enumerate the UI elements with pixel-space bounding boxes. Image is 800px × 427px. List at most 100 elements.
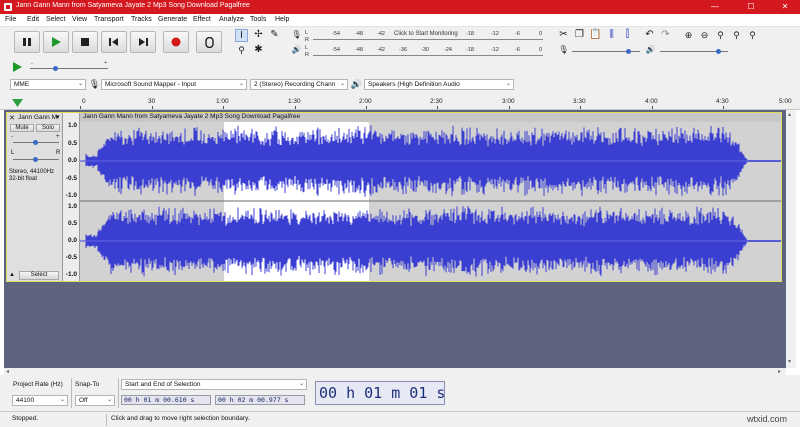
loop-button[interactable] xyxy=(196,31,222,53)
menu-view[interactable]: View xyxy=(72,16,87,23)
waveform-display[interactable] xyxy=(80,113,781,281)
record-meter-bar[interactable] xyxy=(313,39,543,40)
fit-project-icon[interactable]: ⚲ xyxy=(730,29,743,42)
chevron-down-icon: ⌄ xyxy=(505,81,511,87)
snap-to-select[interactable]: Off ⌄ xyxy=(75,395,115,406)
zoom-out-icon[interactable]: ⊖ xyxy=(698,29,711,42)
vertical-scrollbar[interactable]: ▴ ▾ xyxy=(786,110,796,368)
zoom-in-icon[interactable]: ⊕ xyxy=(682,29,695,42)
minimize-button[interactable]: — xyxy=(704,1,726,13)
playback-volume-thumb[interactable] xyxy=(716,49,721,54)
scroll-right-icon[interactable]: ▸ xyxy=(778,368,781,375)
track-bit-depth: 32-bit float xyxy=(9,176,38,182)
close-track-icon[interactable]: ✕ xyxy=(9,114,15,122)
pin-head-icon[interactable] xyxy=(12,99,23,108)
pause-button[interactable] xyxy=(14,31,40,53)
menu-help[interactable]: Help xyxy=(275,16,289,23)
redo-icon[interactable]: ↷ xyxy=(659,29,672,42)
playback-meter-bar[interactable] xyxy=(313,55,543,56)
amplitude-scale[interactable]: 1.0 0.5 0.0 -0.5 -1.0 1.0 0.5 0.0 -0.5 -… xyxy=(63,113,80,281)
menu-analyze[interactable]: Analyze xyxy=(219,16,244,23)
clip-name: Jann Gann Mann from Satyameva Jayate 2 M… xyxy=(83,113,301,120)
menu-tracks[interactable]: Tracks xyxy=(131,16,152,23)
multi-tool-icon[interactable]: ✱ xyxy=(252,44,265,57)
title-bar: Jann Gann Mann from Satyameva Jayate 2 M… xyxy=(0,0,800,14)
selection-end-time[interactable]: 00 h 02 m 00.977 s xyxy=(215,395,305,405)
watermark: wtxid.com xyxy=(747,414,788,424)
stop-button[interactable] xyxy=(72,31,98,53)
gain-slider-thumb[interactable] xyxy=(33,140,38,145)
scroll-left-icon[interactable]: ◂ xyxy=(6,368,9,375)
audacity-app-icon xyxy=(4,3,12,11)
menu-bar: File Edit Select View Transport Tracks G… xyxy=(0,14,800,27)
recording-device-select[interactable]: Microsoft Sound Mapper - Input ⌄ xyxy=(101,79,247,90)
pan-slider-thumb[interactable] xyxy=(33,157,38,162)
scroll-up-icon[interactable]: ▴ xyxy=(788,111,791,118)
speaker-icon: 🔊 xyxy=(350,79,363,89)
solo-button[interactable]: Solo xyxy=(36,124,60,132)
menu-generate[interactable]: Generate xyxy=(158,16,187,23)
menu-transport[interactable]: Transport xyxy=(94,16,124,23)
skip-to-start-icon xyxy=(109,38,118,46)
collapse-track-icon[interactable]: ▲ xyxy=(9,272,15,278)
mute-button[interactable]: Mute xyxy=(10,124,34,132)
menu-edit[interactable]: Edit xyxy=(27,16,39,23)
playback-volume-icon: 🔊 xyxy=(645,45,656,54)
draw-tool-icon[interactable]: ✎ xyxy=(268,29,281,42)
project-rate-select[interactable]: 44100 ⌄ xyxy=(12,395,68,406)
play-at-speed-button[interactable] xyxy=(12,62,22,74)
record-meter-hint[interactable]: Click to Start Monitoring xyxy=(394,31,458,37)
selection-tool-icon[interactable]: I xyxy=(235,29,248,42)
menu-effect[interactable]: Effect xyxy=(193,16,211,23)
horizontal-scrollbar[interactable]: ◂ ▸ xyxy=(4,368,786,375)
zoom-toggle-icon[interactable]: ⚲ xyxy=(746,29,759,42)
loop-icon xyxy=(204,36,214,48)
selection-mode-select[interactable]: Start and End of Selection ⌄ xyxy=(121,379,307,390)
close-button[interactable]: ✕ xyxy=(774,1,796,13)
record-icon xyxy=(171,37,181,47)
paste-icon[interactable]: 📋 xyxy=(589,29,602,42)
menu-file[interactable]: File xyxy=(5,16,16,23)
record-button[interactable] xyxy=(163,31,189,53)
zoom-tool-icon[interactable]: ⚲ xyxy=(235,44,248,57)
fit-selection-icon[interactable]: ⚲ xyxy=(714,29,727,42)
menu-tools[interactable]: Tools xyxy=(250,16,266,23)
skip-to-end-button[interactable] xyxy=(130,31,156,53)
chevron-down-icon: ⌄ xyxy=(298,381,304,387)
skip-to-start-button[interactable] xyxy=(101,31,127,53)
status-state: Stopped. xyxy=(12,415,39,422)
toolbar-area: I ✢ ✎ ⚲ ✱ 🎙 L R -54 -48 -42 Click to Sta… xyxy=(0,27,800,97)
playback-device-select[interactable]: Speakers (High Definition Audio ⌄ xyxy=(364,79,514,90)
menu-select[interactable]: Select xyxy=(46,16,65,23)
play-speed-slider[interactable] xyxy=(30,68,108,69)
track-menu-chevron-icon[interactable]: ▾ xyxy=(56,113,60,121)
copy-icon[interactable]: ❐ xyxy=(573,29,586,42)
stop-icon xyxy=(81,38,89,46)
chevron-down-icon: ⌄ xyxy=(238,81,244,87)
record-meter-r: R xyxy=(305,37,309,43)
maximize-button[interactable]: ☐ xyxy=(740,1,762,13)
scroll-down-icon[interactable]: ▾ xyxy=(788,358,791,365)
track-name-menu[interactable]: Jann Gann M xyxy=(18,114,57,121)
recording-volume-thumb[interactable] xyxy=(626,49,631,54)
play-speed-thumb[interactable] xyxy=(53,66,58,71)
undo-icon[interactable]: ↶ xyxy=(643,29,656,42)
silence-icon[interactable]: ⫿ xyxy=(621,29,634,42)
timeline-ruler[interactable]: 0 30 1:00 1:30 2:00 2:30 3:00 3:30 4:00 … xyxy=(0,97,800,110)
play-at-speed-icon xyxy=(13,62,22,72)
recording-volume-icon: 🎙 xyxy=(558,45,569,54)
clip-title-bar[interactable]: Jann Gann Mann from Satyameva Jayate 2 M… xyxy=(80,113,781,122)
envelope-tool-icon[interactable]: ✢ xyxy=(252,29,265,42)
cut-icon[interactable]: ✂ xyxy=(557,29,570,42)
recording-channels-select[interactable]: 2 (Stereo) Recording Chann ⌄ xyxy=(250,79,348,90)
status-hint: Click and drag to move right selection b… xyxy=(111,415,250,422)
selection-start-time[interactable]: 00 h 01 m 00.610 s xyxy=(121,395,211,405)
play-button[interactable] xyxy=(43,31,69,53)
pause-icon xyxy=(23,38,31,46)
audio-position-display[interactable]: 00 h 01 m 01 s xyxy=(315,381,445,405)
project-rate-label: Project Rate (Hz) xyxy=(13,381,63,388)
trim-icon[interactable]: ⫼ xyxy=(605,29,618,42)
select-track-button[interactable]: Select xyxy=(19,271,59,280)
audio-host-select[interactable]: MME ⌄ xyxy=(10,79,86,90)
snap-to-label: Snap-To xyxy=(75,381,100,388)
